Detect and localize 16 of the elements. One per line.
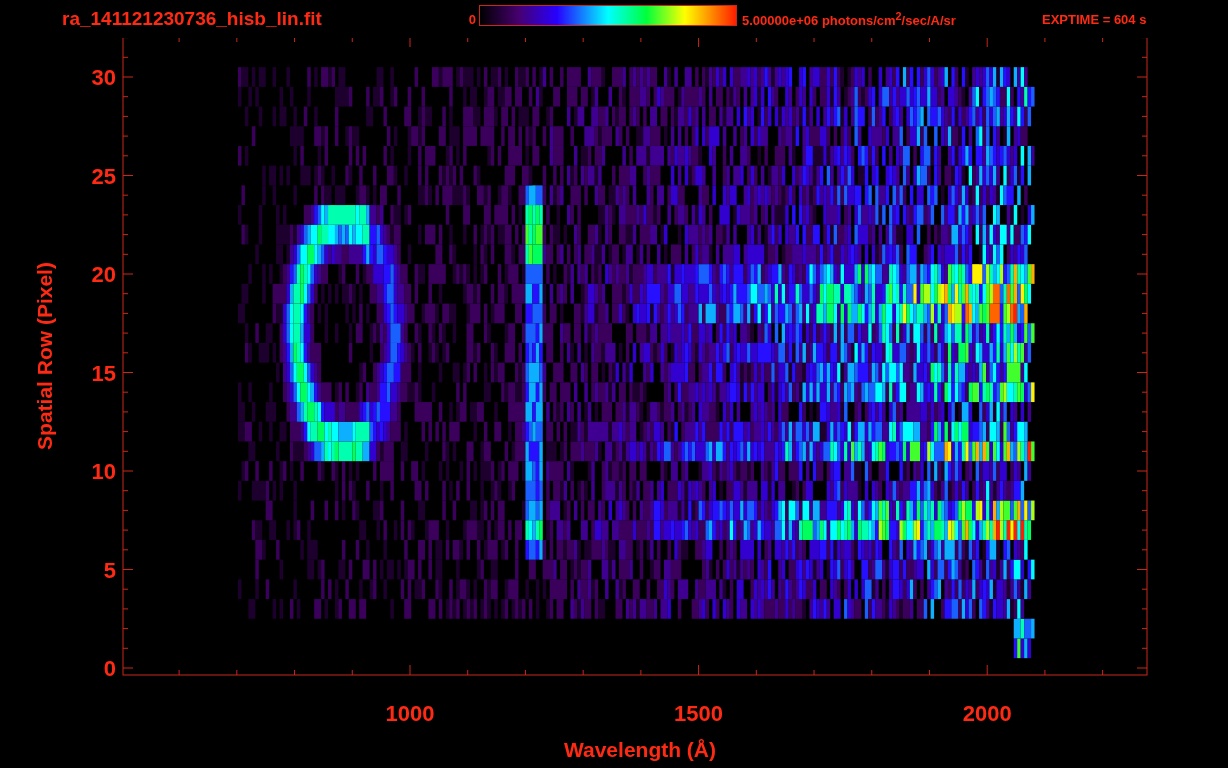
y-tick-label: 10 [91, 459, 116, 484]
x-axis-label: Wavelength (Å) [563, 738, 717, 761]
y-tick-label: 25 [91, 163, 116, 189]
x-tick-label: 1500 [674, 701, 724, 726]
y-tick-label: 20 [91, 262, 116, 287]
y-tick-label: 5 [103, 557, 116, 583]
file-title: ra_141121230736_hisb_lin.fit [62, 8, 323, 30]
colorbar-min-label: 0 [467, 11, 476, 27]
y-tick-label: 15 [91, 360, 116, 386]
y-axis-label: Spatial Row (Pixel) [33, 262, 56, 450]
y-tick-label: 0 [103, 656, 116, 681]
exposure-time: EXPTIME = 604 s [1042, 11, 1147, 27]
x-tick-label: 2000 [962, 701, 1012, 726]
x-tick-label: 1000 [385, 701, 435, 726]
colorbar-max-label: 5.00000e+06 photons/cm$^{2}$/sec/A/sr [742, 9, 957, 29]
y-tick-label: 30 [91, 65, 116, 90]
